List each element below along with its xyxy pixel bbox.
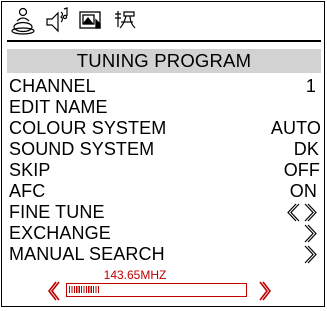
afc-value: ON [289,181,317,201]
menu-item-exchange[interactable]: EXCHANGE [9,223,321,244]
picture-icon[interactable] [10,6,36,36]
search-progress-fill [69,286,99,293]
sound-system-value: DK [293,139,319,159]
menu-item-label: EDIT NAME [9,97,108,117]
menu-title: TUNING PROGRAM [7,49,321,73]
menu-item-label: AFC [9,181,46,201]
menu-item-edit-name[interactable]: EDIT NAME [9,97,321,118]
menu-item-label: MANUAL SEARCH [9,244,165,264]
menu-item-label: CHANNEL [9,76,96,96]
menu-item-sound-system[interactable]: SOUND SYSTEM DK [9,139,321,160]
menu-item-label: EXCHANGE [9,223,111,243]
search-progress-bar [66,283,247,297]
right-arrow-icon[interactable] [285,224,319,243]
icon-bar-divider [7,40,321,42]
menu-item-skip[interactable]: SKIP OFF [9,160,321,181]
menu-item-label: SKIP [9,160,51,180]
skip-value: OFF [283,160,320,180]
menu-item-fine-tune[interactable]: FINE TUNE [9,202,321,223]
menu-item-afc[interactable]: AFC ON [9,181,321,202]
colour-system-value: AUTO [270,118,321,138]
left-right-arrows-icon[interactable] [285,203,319,222]
channel-value: 1 [305,76,316,96]
sound-icon[interactable] [44,6,70,36]
function-icon[interactable] [112,6,138,36]
search-right-arrow-icon[interactable] [259,280,273,302]
program-icon[interactable] [78,6,104,36]
menu-item-label: COLOUR SYSTEM [9,118,167,138]
menu-item-colour-system[interactable]: COLOUR SYSTEM AUTO [9,118,321,139]
osd-menu-frame: TUNING PROGRAM CHANNEL 1 EDIT NAME COLOU… [1,1,325,307]
menu-item-manual-search[interactable]: MANUAL SEARCH [9,244,321,265]
menu-item-label: SOUND SYSTEM [9,139,155,159]
search-left-arrow-icon[interactable] [46,280,60,302]
menu-icon-bar [7,6,321,38]
menu-item-channel[interactable]: CHANNEL 1 [9,76,321,97]
tuning-menu-list: CHANNEL 1 EDIT NAME COLOUR SYSTEM AUTO S… [9,76,321,265]
search-frequency: 143.65MHZ [103,268,167,282]
right-arrow-icon[interactable] [285,245,319,264]
menu-item-label: FINE TUNE [9,202,105,222]
